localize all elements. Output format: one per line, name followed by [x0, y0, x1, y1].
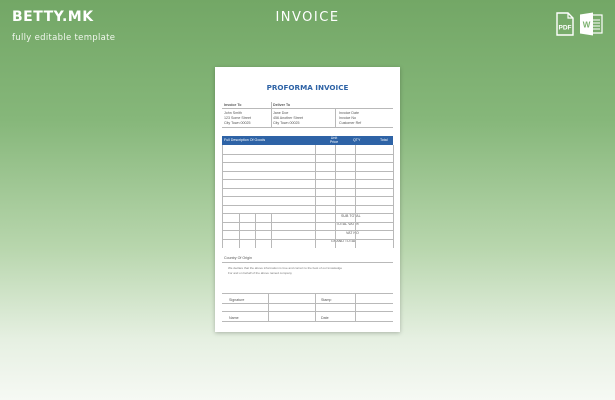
word-file-icon: W: [579, 12, 603, 36]
table-row-line: [222, 187, 393, 189]
pdf-file-icon: PDF: [555, 12, 575, 36]
country-of-origin-label: Country Of Origin: [224, 255, 252, 260]
date-label: Date: [321, 315, 329, 320]
table-row-line: [222, 179, 393, 180]
signature-label: Signature: [229, 297, 245, 302]
table-row-line: [222, 153, 393, 155]
declaration-text: For and on behalf of the above named com…: [228, 271, 292, 275]
unit-price-column-header: Unit Price: [329, 135, 339, 144]
page-title: INVOICE: [275, 10, 340, 25]
qty-column-header: QTY: [353, 138, 361, 143]
table-column-line: [271, 213, 272, 248]
table-row-line: [222, 204, 393, 206]
stamp-label: Stamp: [321, 297, 332, 302]
origin-rule: [222, 262, 393, 263]
signature-divider: [355, 293, 356, 321]
table-column-line: [255, 213, 256, 248]
declaration-text: We declare that the above information is…: [228, 265, 343, 270]
address-rule: [222, 108, 393, 109]
customer-ref-label: Customer Ref: [339, 121, 362, 125]
invoice-to-label: Invoice To: [224, 103, 242, 107]
document-title: PROFORMA INVOICE: [266, 83, 349, 92]
invoice-to-line: John Smith: [224, 111, 242, 115]
invoice-to-line: City Town 00025: [224, 121, 251, 125]
signature-divider: [268, 293, 269, 321]
signature-rule: [222, 303, 393, 304]
signature-divider: [315, 293, 316, 321]
name-rule: [222, 321, 393, 322]
sub-total-label: SUB TOTAL: [341, 213, 361, 218]
deliver-to-line: 456 Another Street: [273, 116, 303, 120]
invoice-document-preview: PROFORMA INVOICE Invoice To Deliver To J…: [215, 67, 400, 332]
deliver-to-line: City Town 00025: [273, 121, 300, 125]
total-column-header: Total: [380, 138, 388, 143]
word-label: W: [583, 21, 591, 30]
invoice-no-label: Invoice No: [339, 116, 356, 120]
file-format-icons: PDF W: [555, 12, 603, 36]
meta-divider: [335, 109, 336, 127]
table-column-line: [355, 145, 356, 248]
invoice-to-line: 123 Some Street: [224, 116, 251, 120]
goods-table-header: Full Description Of Goods Unit Price QTY…: [222, 136, 393, 145]
name-label: Name: [229, 315, 239, 320]
table-row-line: [222, 238, 393, 240]
pdf-label: PDF: [559, 25, 572, 32]
brand-tagline: fully editable template: [12, 33, 116, 43]
address-divider: [271, 102, 272, 127]
table-row-line: [222, 196, 393, 197]
signature-rule: [222, 311, 393, 312]
description-column-header: Full Description Of Goods: [224, 138, 266, 143]
table-row-line: [222, 162, 393, 163]
invoice-date-label: Invoice Date: [339, 111, 359, 115]
table-row-line: [222, 213, 393, 214]
deliver-to-label: Deliver To: [273, 103, 291, 107]
vat-no-label: VAT NO: [346, 230, 359, 235]
address-bottom-rule: [222, 127, 393, 128]
deliver-to-line: Jane Doe: [273, 111, 289, 115]
table-row-line: [222, 221, 393, 223]
table-column-line: [393, 145, 394, 248]
signature-top-rule: [222, 293, 393, 294]
table-column-line: [239, 213, 240, 248]
table-column-line: [222, 145, 223, 248]
table-column-line: [315, 145, 316, 248]
table-row-line: [222, 230, 393, 231]
table-row-line: [222, 170, 393, 172]
table-column-line: [335, 145, 336, 248]
